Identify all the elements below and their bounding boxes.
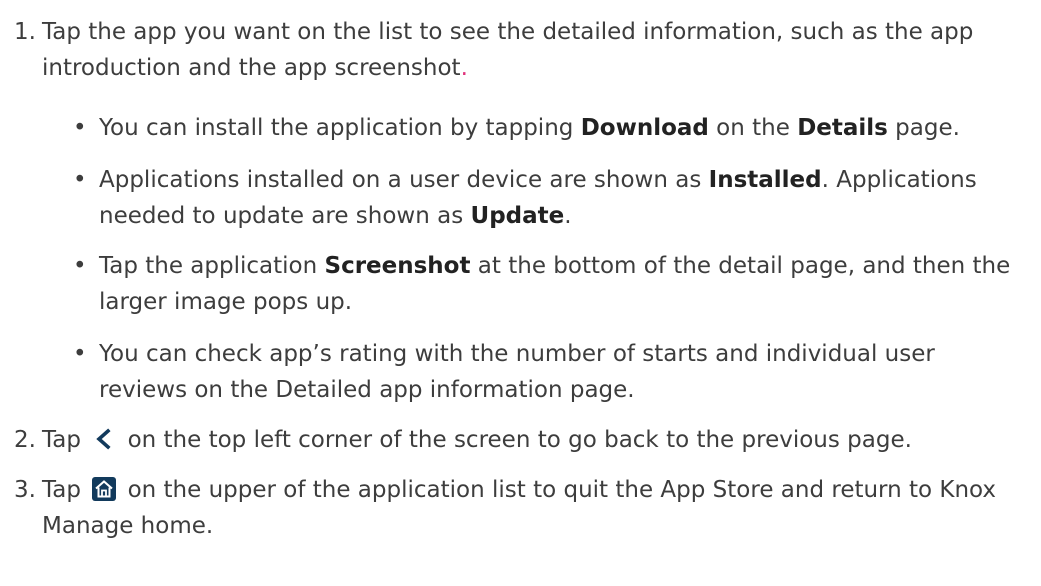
bullet-1: • You can install the application by tap… <box>46 110 1036 146</box>
bullet-text: You can install the application by tappi… <box>99 115 960 141</box>
bullet-dot: • <box>73 341 87 367</box>
bullet-4: • You can check app’s rating with the nu… <box>46 336 1036 408</box>
document: 1. Tap the app you want on the list to s… <box>0 0 1041 586</box>
bullet-2: • Applications installed on a user devic… <box>46 162 1036 234</box>
bullet-dot: • <box>73 167 87 193</box>
step-text: Tap on the upper of the application list… <box>42 477 997 539</box>
step-3: 3. Tap on the upper of the application l… <box>14 472 1034 544</box>
step-1: 1. Tap the app you want on the list to s… <box>14 14 1034 86</box>
bullet-dot: • <box>73 253 87 279</box>
home-icon <box>92 477 117 501</box>
step-end: . <box>460 55 468 81</box>
bullet-text: Tap the application Screenshot at the bo… <box>99 253 1011 315</box>
bullet-3: • Tap the application Screenshot at the … <box>46 248 1036 320</box>
step-number: 1. <box>14 19 36 45</box>
step-number: 2. <box>14 427 36 453</box>
bullet-dot: • <box>73 115 87 141</box>
step-2: 2. Tap on the top left corner of the scr… <box>14 422 1034 458</box>
back-chevron-icon <box>92 427 117 451</box>
bullet-text: Applications installed on a user device … <box>99 167 977 229</box>
step-number: 3. <box>14 477 36 503</box>
step-text: Tap on the top left corner of the screen… <box>42 427 912 453</box>
step-text: Tap the app you want on the list to see … <box>42 19 974 81</box>
bullet-text: You can check app’s rating with the numb… <box>99 341 935 403</box>
